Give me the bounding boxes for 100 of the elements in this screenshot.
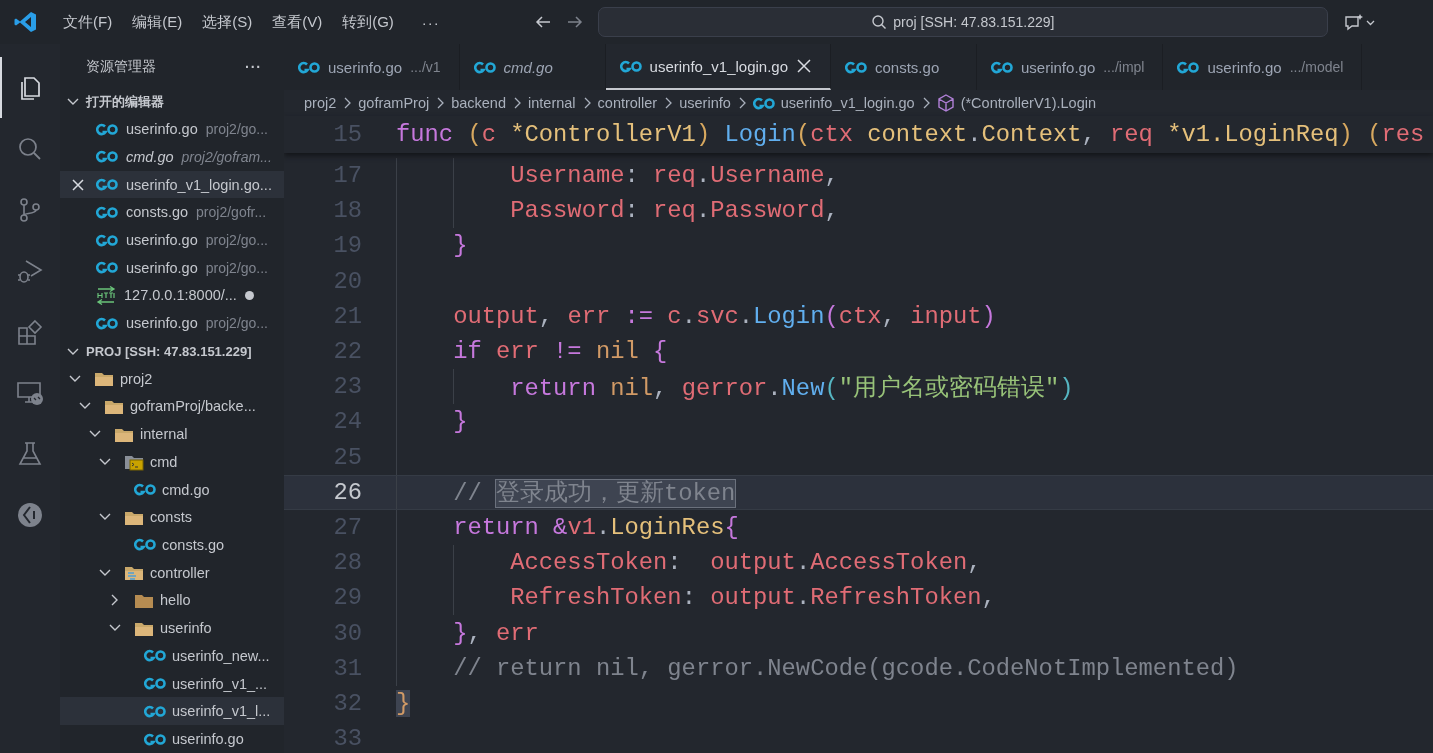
- chevron-icon: [512, 96, 522, 110]
- menu-item[interactable]: 文件(F): [53, 12, 123, 32]
- code-line: Password: req.Password,: [509, 197, 839, 225]
- tree-item[interactable]: internal: [60, 420, 284, 448]
- panel-title: 资源管理器: [86, 57, 156, 76]
- folder-name: internal: [140, 426, 188, 443]
- file-name: userinfo_v1_login.go...: [126, 176, 272, 193]
- tree-item[interactable]: hello: [60, 586, 284, 615]
- tree-item[interactable]: goframProj/backe...: [60, 392, 284, 421]
- file-path: proj2/gofr...: [196, 204, 267, 221]
- open-editor-item[interactable]: userinfo.go proj2/go...: [60, 253, 284, 282]
- editor-tab[interactable]: userinfo.go .../model: [1163, 44, 1363, 90]
- file-icon: [752, 96, 775, 110]
- more-actions-button[interactable]: ···: [245, 58, 262, 75]
- menu-item[interactable]: 选择(S): [192, 12, 263, 32]
- breadcrumb-item[interactable]: backend: [451, 95, 506, 111]
- tree-item[interactable]: userinfo: [60, 614, 284, 642]
- tree-item[interactable]: controller: [60, 558, 284, 587]
- editor-tab[interactable]: cmd.go: [459, 44, 606, 90]
- menu-item[interactable]: 转到(G): [332, 12, 404, 32]
- editor-tab[interactable]: consts.go: [831, 44, 977, 90]
- file-icon: [96, 122, 118, 136]
- tree-item[interactable]: consts.go: [60, 531, 284, 559]
- code-line: func (c *ControllerV1) Login(ctx context.Context, req *v1.LoginReq) (res: [396, 121, 1425, 148]
- folder-name: controller: [150, 564, 210, 581]
- search-icon: [871, 14, 888, 30]
- code-line: AccessToken: output.AccessToken,: [509, 549, 982, 577]
- file-name: consts.go: [162, 536, 225, 553]
- tree-item[interactable]: proj2: [60, 364, 284, 393]
- chat-icon[interactable]: [1343, 13, 1375, 31]
- editor-tab[interactable]: userinfo_v1_login.go: [605, 44, 831, 90]
- breadcrumb-item[interactable]: userinfo_v1_login.go: [780, 95, 915, 111]
- code-line: // 登录成功，更新token: [452, 479, 736, 509]
- close-icon[interactable]: [71, 177, 85, 192]
- blocks-icon[interactable]: [16, 317, 44, 346]
- open-editor-item[interactable]: consts.go proj2/gofr...: [60, 198, 284, 227]
- gauge-icon[interactable]: [16, 500, 44, 529]
- more-menu-button[interactable]: ···: [411, 13, 450, 31]
- file-path: proj2/go...: [205, 232, 268, 249]
- file-icon: [144, 649, 166, 663]
- file-icon: [134, 538, 156, 552]
- breadcrumb-item[interactable]: internal: [528, 95, 576, 111]
- section-header[interactable]: PROJ [SSH: 47.83.151.229]: [86, 344, 252, 360]
- tree-item[interactable]: userinfo_new...: [60, 642, 284, 670]
- file-icon: [1177, 60, 1200, 74]
- file-name: userinfo.go: [126, 315, 198, 332]
- cube-icon: [936, 94, 955, 112]
- folder-name: hello: [160, 592, 191, 609]
- open-editor-item[interactable]: cmd.go proj2/gofram...: [60, 143, 284, 171]
- file-icon: [298, 60, 320, 74]
- file-name: 127.0.0.1:8000/...: [124, 287, 237, 304]
- file-icon: [96, 178, 118, 192]
- file-icon: [96, 150, 118, 164]
- file-icon: [96, 261, 118, 275]
- breadcrumb-item[interactable]: goframProj: [358, 95, 430, 111]
- file-name: userinfo.go: [172, 731, 244, 747]
- file-icon: [845, 60, 867, 74]
- code-line: RefreshToken: output.RefreshToken,: [509, 584, 996, 612]
- open-editor-item[interactable]: userinfo_v1_login.go...: [60, 170, 284, 199]
- command-center-search[interactable]: proj [SSH: 47.83.151.229]: [597, 7, 1328, 37]
- tree-item[interactable]: userinfo_v1_l...: [60, 697, 284, 726]
- app-logo-icon: [14, 10, 37, 34]
- file-name: userinfo.go: [126, 259, 198, 276]
- tab-path: .../impl: [1103, 59, 1145, 75]
- open-editor-item[interactable]: userinfo.go proj2/go...: [60, 309, 284, 338]
- open-editor-item[interactable]: userinfo.go proj2/go...: [60, 115, 284, 143]
- breadcrumb-item[interactable]: (*ControllerV1).Login: [960, 95, 1097, 111]
- section-header[interactable]: 打开的编辑器: [86, 93, 164, 112]
- menu-item[interactable]: 编辑(E): [122, 12, 193, 32]
- file-name: cmd.go: [162, 481, 210, 498]
- tree-item[interactable]: userinfo.go: [60, 725, 284, 753]
- code-line: // return nil, gerror.NewCode(gcode.CodeNotImplemented): [452, 654, 1239, 682]
- chevron-icon: [435, 96, 446, 110]
- editor-tab[interactable]: userinfo.go .../v1: [284, 44, 460, 90]
- file-icon: [144, 677, 166, 691]
- tree-item[interactable]: cmd.go: [60, 475, 284, 504]
- breadcrumb-item[interactable]: controller: [597, 95, 658, 111]
- arrows-icon: [96, 285, 116, 305]
- folder-name: consts: [150, 509, 192, 526]
- file-path: proj2/go...: [205, 121, 268, 138]
- open-editor-item[interactable]: userinfo.go proj2/go...: [60, 226, 284, 254]
- menu-item[interactable]: 查看(V): [262, 12, 333, 32]
- open-editor-item[interactable]: 127.0.0.1:8000/...: [60, 281, 284, 310]
- breadcrumb-item[interactable]: proj2: [304, 95, 337, 111]
- tree-item[interactable]: consts: [60, 503, 284, 532]
- folder-name: proj2: [120, 370, 153, 387]
- tree-item[interactable]: userinfo_v1_...: [60, 669, 284, 698]
- file-icon: [619, 59, 642, 73]
- breadcrumb-item[interactable]: userinfo: [679, 95, 731, 111]
- chevron-icon: [663, 96, 674, 110]
- file-name: consts.go: [126, 204, 189, 221]
- code-line: return &v1.LoginRes{: [452, 513, 739, 541]
- file-name: userinfo_new...: [172, 647, 270, 664]
- close-icon[interactable]: [796, 58, 812, 74]
- tree-item[interactable]: cmd: [60, 447, 284, 476]
- code-line: output, err := c.svc.Login(ctx, input): [452, 302, 996, 330]
- flask-icon[interactable]: [16, 439, 44, 468]
- editor-tab[interactable]: userinfo.go .../impl: [977, 44, 1164, 90]
- code-line: return nil, gerror.New("用户名或密码错误"): [509, 373, 1074, 403]
- code-line: }, err: [452, 619, 539, 647]
